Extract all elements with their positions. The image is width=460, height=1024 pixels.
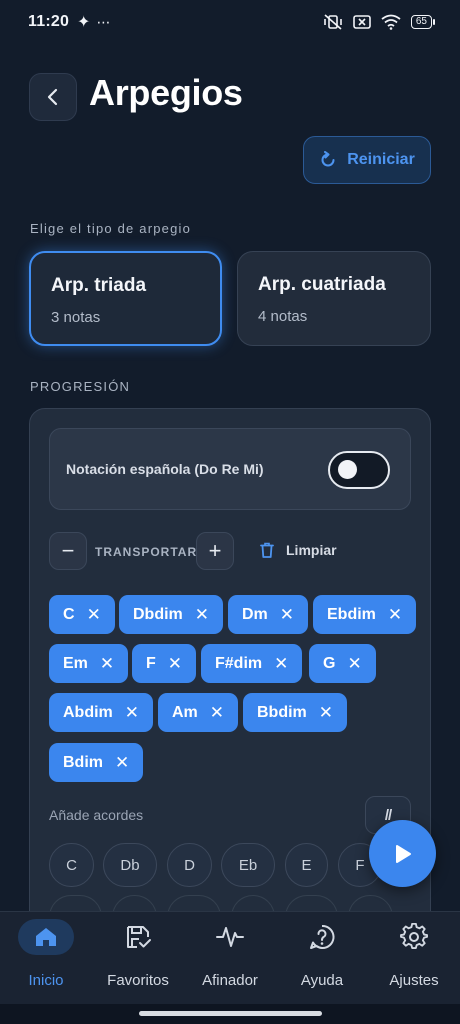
gear-icon (386, 919, 442, 955)
transpose-down-button[interactable]: − (49, 532, 87, 570)
chord-chip[interactable]: F ✕ (132, 644, 197, 683)
arp-tetrad-subtitle: 4 notas (258, 308, 308, 325)
remove-icon[interactable]: ✕ (195, 605, 209, 625)
transpose-up-button[interactable]: + (196, 532, 234, 570)
refresh-icon (321, 151, 335, 167)
no-sim-icon (353, 15, 371, 29)
chord-chip[interactable]: Bdim ✕ (49, 743, 144, 782)
chord-chip[interactable]: F#dim ✕ (201, 644, 303, 683)
remove-icon[interactable]: ✕ (87, 605, 101, 625)
remove-icon[interactable]: ✕ (168, 654, 182, 674)
trash-icon (260, 542, 274, 558)
note-button[interactable]: Eb (221, 843, 275, 887)
nav-item-ajustes[interactable]: Ajustes (368, 912, 460, 1005)
notation-toggle[interactable] (328, 451, 390, 489)
arp-triad-subtitle: 3 notas (51, 309, 101, 326)
home-indicator[interactable] (139, 1011, 322, 1016)
remove-icon[interactable]: ✕ (100, 654, 114, 674)
remove-icon[interactable]: ✕ (115, 753, 129, 773)
play-icon (395, 844, 411, 863)
remove-icon[interactable]: ✕ (347, 654, 361, 674)
vibrate-off-icon (324, 14, 342, 30)
add-chords-label: Añade acordes (49, 807, 144, 823)
nav-item-inicio[interactable]: Inicio (0, 912, 92, 1005)
remove-icon[interactable]: ✕ (280, 605, 294, 625)
note-button[interactable]: C (49, 843, 94, 887)
nav-label: Ajustes (389, 972, 439, 989)
nav-label: Afinador (202, 972, 258, 989)
arp-triad-card[interactable]: Arp. triada 3 notas (29, 251, 222, 346)
sparkle-icon: ✦ (77, 14, 91, 31)
reset-label: Reiniciar (347, 151, 415, 168)
chord-chip[interactable]: Ebdim ✕ (313, 595, 417, 634)
remove-icon[interactable]: ✕ (274, 654, 288, 674)
transpose-label: TRANSPORTAR (95, 545, 198, 559)
nav-item-afinador[interactable]: Afinador (184, 912, 276, 1005)
notation-label: Notación española (Do Re Mi) (66, 461, 264, 477)
bottom-nav: Inicio Favoritos Afinador Ayuda Ajustes (0, 911, 460, 1004)
nav-item-favoritos[interactable]: Favoritos (92, 912, 184, 1005)
clear-button[interactable]: Limpiar (260, 542, 337, 558)
more-notifications-icon: ⋯ (96, 13, 112, 30)
chord-chip[interactable]: Dbdim ✕ (119, 595, 224, 634)
nav-label: Inicio (28, 972, 64, 989)
battery-indicator: 65 (410, 15, 436, 29)
nav-label: Favoritos (107, 972, 169, 989)
page-title: Arpegios (89, 72, 243, 113)
remove-icon[interactable]: ✕ (319, 703, 333, 723)
arp-triad-title: Arp. triada (51, 275, 147, 296)
waveform-icon (202, 919, 258, 955)
remove-icon[interactable]: ✕ (125, 703, 139, 723)
notation-row: Notación española (Do Re Mi) (49, 428, 411, 510)
status-bar: 11:20 ✦ ⋯ 65 (0, 0, 460, 44)
chevron-left-icon (47, 88, 58, 106)
chord-chip[interactable]: Am ✕ (158, 693, 239, 732)
nav-label: Ayuda (300, 972, 344, 989)
home-icon (18, 919, 74, 955)
note-button[interactable]: Db (103, 843, 157, 887)
remove-icon[interactable]: ✕ (210, 703, 224, 723)
arp-tetrad-card[interactable]: Arp. cuatriada 4 notas (237, 251, 431, 346)
save-check-icon (110, 919, 166, 955)
chord-chip[interactable]: C ✕ (49, 595, 115, 634)
chord-chip[interactable]: Em ✕ (49, 644, 129, 683)
nav-item-ayuda[interactable]: Ayuda (276, 912, 368, 1005)
note-button[interactable]: D (167, 843, 212, 887)
reset-button[interactable]: Reiniciar (303, 136, 431, 184)
chord-chip[interactable]: Abdim ✕ (49, 693, 154, 732)
note-button[interactable]: E (285, 843, 328, 887)
progression-label: PROGRESIÓN (30, 379, 131, 394)
wifi-icon (381, 14, 401, 30)
toggle-knob (338, 460, 357, 479)
arp-tetrad-title: Arp. cuatriada (258, 274, 386, 295)
status-time: 11:20 (28, 13, 70, 30)
chord-chip[interactable]: Dm ✕ (228, 595, 309, 634)
clear-label: Limpiar (286, 542, 337, 558)
back-button[interactable] (29, 73, 77, 121)
chord-chip[interactable]: Bbdim ✕ (243, 693, 348, 732)
arpeggio-type-label: Elige el tipo de arpegio (30, 221, 192, 236)
chord-chip[interactable]: G ✕ (309, 644, 376, 683)
help-icon (294, 919, 350, 955)
play-button[interactable] (369, 820, 436, 887)
remove-icon[interactable]: ✕ (388, 605, 402, 625)
